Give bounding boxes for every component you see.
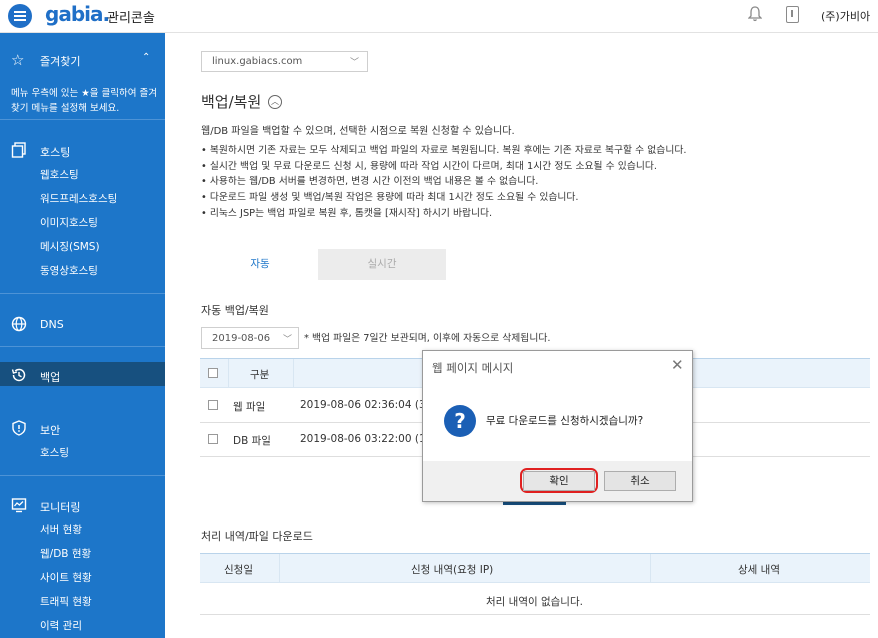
- divider: [0, 475, 165, 476]
- column-header-date: 신청일: [224, 564, 253, 576]
- retention-note: * 백업 파일은 7일간 보관되며, 이후에 자동으로 삭제됩니다.: [304, 333, 551, 344]
- tab-auto[interactable]: 자동: [201, 249, 319, 280]
- auto-backup-label: 자동 백업/복원: [201, 304, 269, 317]
- tab-realtime[interactable]: 실시간: [318, 249, 446, 280]
- server-select[interactable]: linux.gabiacs.com ﹀: [201, 51, 368, 72]
- top-header: gabia. 관리콘솔 (주)가비아: [0, 0, 878, 33]
- hosting-icon: [11, 142, 26, 158]
- row-type: 웹 파일: [233, 401, 266, 413]
- divider: [293, 359, 294, 388]
- row-datetime: 2019-08-06 02:36:04 (35: [300, 399, 433, 411]
- dialog-title: 웹 페이지 메시지: [432, 361, 514, 375]
- chevron-down-icon: ﹀: [282, 335, 292, 345]
- chevron-down-icon: ﹀: [349, 58, 359, 68]
- sidebar-item-wordpress-hosting[interactable]: 워드프레스호스팅: [40, 191, 117, 206]
- notice-item: 리눅스 JSP는 백업 파일로 복원 후, 톰캣을 [재시작] 하시기 바랍니다…: [201, 206, 686, 222]
- sidebar-item-site-status[interactable]: 사이트 현황: [40, 570, 92, 585]
- globe-icon: [11, 316, 27, 332]
- notice-item: 다운로드 파일 생성 및 백업/복원 작업은 용량에 따라 최대 1시간 정도 …: [201, 190, 686, 206]
- sidebar-item-webdb-status[interactable]: 웹/DB 현황: [40, 546, 91, 561]
- date-select-value: 2019-08-06: [212, 333, 271, 344]
- row-checkbox[interactable]: [208, 434, 218, 444]
- gabia-logo[interactable]: gabia.: [45, 2, 110, 26]
- history-icon: [11, 368, 26, 382]
- page-description: 웹/DB 파일을 백업할 수 있으며, 선택한 시점으로 복원 신청할 수 있습…: [201, 126, 515, 137]
- sidebar-favorites[interactable]: ☆ 즐겨찾기 ⌃: [0, 47, 165, 73]
- question-icon: ?: [444, 405, 476, 437]
- divider: [228, 359, 229, 388]
- mobile-icon[interactable]: [786, 6, 799, 23]
- dialog-message: 무료 다운로드를 신청하시겠습니까?: [486, 415, 644, 427]
- row-datetime: 2019-08-06 03:22:00 (13: [300, 433, 433, 445]
- sidebar-item-sms[interactable]: 메시징(SMS): [40, 239, 100, 254]
- menu-icon[interactable]: [8, 4, 32, 28]
- sidebar-item-web-hosting[interactable]: 웹호스팅: [40, 167, 79, 182]
- sidebar-group-label: 모니터링: [40, 501, 81, 514]
- notice-item: 실시간 백업 및 무료 다운로드 신청 시, 용량에 따라 작업 시간이 다르며…: [201, 159, 686, 175]
- row-type: DB 파일: [233, 435, 271, 447]
- column-header-detail: 상세 내역: [738, 564, 780, 576]
- sidebar-item-history[interactable]: 이력 관리: [40, 618, 82, 633]
- cancel-button[interactable]: 취소: [604, 471, 676, 491]
- main-content: linux.gabiacs.com ﹀ 백업/복원 ︿ 웹/DB 파일을 백업할…: [165, 33, 878, 638]
- sidebar-item-image-hosting[interactable]: 이미지호스팅: [40, 215, 98, 230]
- company-name[interactable]: (주)가비아: [821, 8, 870, 24]
- select-all-checkbox[interactable]: [208, 368, 218, 378]
- console-title: 관리콘솔: [107, 11, 155, 26]
- star-icon: ☆: [11, 51, 25, 69]
- page-title: 백업/복원: [201, 93, 262, 111]
- monitor-icon: [11, 498, 27, 513]
- sidebar-item-video-hosting[interactable]: 동영상호스팅: [40, 263, 98, 278]
- history-label: 처리 내역/파일 다운로드: [201, 530, 313, 543]
- shield-icon: [12, 420, 26, 436]
- bell-icon[interactable]: [748, 6, 762, 22]
- date-select[interactable]: 2019-08-06 ﹀: [201, 327, 299, 349]
- collapse-toggle-icon[interactable]: ︿: [268, 95, 282, 109]
- notice-item: 사용하는 웹/DB 서버를 변경하면, 변경 시간 이전의 백업 내용은 볼 수…: [201, 174, 686, 190]
- divider: [0, 346, 165, 347]
- favorites-label: 즐겨찾기: [40, 55, 81, 68]
- confirm-dialog: 웹 페이지 메시지 ✕ ? 무료 다운로드를 신청하시겠습니까? 확인 취소: [422, 350, 693, 502]
- sidebar-item-traffic-status[interactable]: 트래픽 현황: [40, 594, 92, 609]
- divider: [279, 554, 280, 583]
- column-header-type: 구분: [250, 369, 270, 381]
- sidebar-group-label: 백업: [40, 371, 61, 384]
- sidebar: ☆ 즐겨찾기 ⌃ 메뉴 우측에 있는 ★을 클릭하여 즐겨찾기 메뉴를 설정해 …: [0, 33, 165, 638]
- server-select-value: linux.gabiacs.com: [212, 56, 303, 67]
- column-header-request: 신청 내역(요청 IP): [411, 564, 494, 576]
- divider: [0, 119, 165, 120]
- dialog-footer: 확인 취소: [423, 461, 692, 501]
- divider: [200, 614, 870, 615]
- sidebar-group-label: DNS: [40, 318, 64, 331]
- close-icon[interactable]: ✕: [671, 356, 684, 374]
- divider: [650, 554, 651, 583]
- history-table: 신청일 신청 내역(요청 IP) 상세 내역 처리 내역이 없습니다.: [200, 553, 870, 615]
- favorites-note: 메뉴 우측에 있는 ★을 클릭하여 즐겨찾기 메뉴를 설정해 보세요.: [11, 88, 157, 114]
- notice-item: 복원하시면 기존 자료는 모두 삭제되고 백업 파일의 자료로 복원됩니다. 복…: [201, 143, 687, 159]
- chevron-up-icon[interactable]: ⌃: [142, 52, 150, 63]
- row-checkbox[interactable]: [208, 400, 218, 410]
- notice-list: 복원하시면 기존 자료는 모두 삭제되고 백업 파일의 자료로 복원됩니다. 복…: [201, 143, 687, 222]
- sidebar-group-label: 호스팅: [40, 146, 71, 159]
- sidebar-group-label: 보안: [40, 424, 61, 437]
- ok-button[interactable]: 확인: [523, 471, 595, 491]
- sidebar-item-server-status[interactable]: 서버 현황: [40, 522, 82, 537]
- empty-message: 처리 내역이 없습니다.: [486, 596, 583, 608]
- divider: [0, 293, 165, 294]
- sidebar-item-security-hosting[interactable]: 호스팅: [40, 445, 69, 460]
